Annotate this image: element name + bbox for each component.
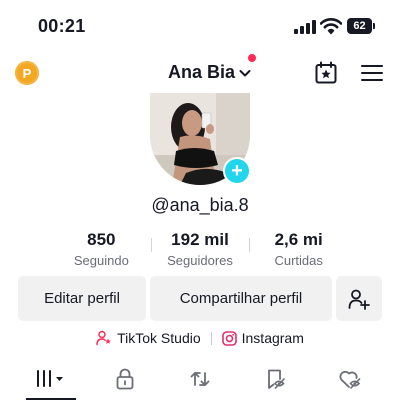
stat-label: Curtidas — [274, 253, 323, 268]
username: Ana Bia — [168, 62, 236, 82]
add-friend-button[interactable] — [336, 276, 382, 321]
stat-following[interactable]: 850 Seguindo — [52, 230, 151, 270]
lock-icon — [116, 368, 134, 390]
stat-label: Seguidores — [167, 253, 233, 268]
account-switcher[interactable]: Ana Bia — [168, 62, 251, 83]
profile-tabs — [0, 362, 400, 400]
notification-dot — [248, 54, 256, 62]
instagram-icon — [221, 330, 237, 346]
studio-icon — [96, 330, 111, 346]
tab-liked[interactable] — [320, 362, 380, 400]
stat-followers[interactable]: 192 mil Seguidores — [150, 230, 250, 270]
tab-saved[interactable] — [246, 362, 306, 400]
menu-icon[interactable] — [361, 63, 383, 83]
points-icon[interactable]: P — [15, 61, 39, 85]
wifi-icon — [320, 18, 342, 35]
instagram-label: Instagram — [241, 330, 304, 346]
videos-grid-icon — [37, 370, 63, 387]
stat-label: Seguindo — [73, 253, 129, 268]
tab-videos[interactable] — [21, 362, 81, 400]
share-profile-button[interactable]: Compartilhar perfil — [150, 276, 332, 321]
chevron-down-icon — [239, 70, 251, 77]
repost-icon — [190, 372, 210, 386]
instagram-link[interactable]: Instagram — [221, 330, 304, 346]
stat-value: 2,6 mi — [274, 230, 323, 249]
tiktok-studio-link[interactable]: TikTok Studio — [96, 330, 201, 346]
link-divider — [210, 331, 212, 345]
calendar-star-icon[interactable] — [314, 61, 338, 85]
liked-icon — [339, 371, 361, 389]
profile-header: P Ana Bia — [0, 52, 400, 92]
status-bar: 00:21 62 — [0, 0, 400, 52]
battery-icon: 62 — [347, 18, 375, 34]
stat-value: 192 mil — [171, 230, 229, 249]
add-avatar-button[interactable]: + — [223, 157, 251, 185]
add-friend-icon — [348, 289, 370, 310]
stat-value: 850 — [87, 230, 116, 249]
tab-private[interactable] — [95, 362, 155, 400]
saved-icon — [268, 369, 285, 389]
tiktok-studio-label: TikTok Studio — [117, 330, 201, 346]
stat-likes[interactable]: 2,6 mi Curtidas — [249, 230, 348, 270]
avatar-container: + — [150, 93, 251, 185]
profile-links: TikTok Studio Instagram — [0, 328, 400, 348]
signal-icon — [294, 20, 316, 34]
profile-actions: Editar perfil Compartilhar perfil — [18, 276, 382, 321]
profile-stats: 850 Seguindo 192 mil Seguidores 2,6 mi C… — [52, 230, 348, 270]
edit-profile-button[interactable]: Editar perfil — [18, 276, 146, 321]
profile-handle: @ana_bia.8 — [151, 195, 249, 215]
status-time: 00:21 — [38, 16, 86, 36]
battery-level: 62 — [347, 18, 372, 34]
tab-reposts[interactable] — [170, 362, 230, 400]
